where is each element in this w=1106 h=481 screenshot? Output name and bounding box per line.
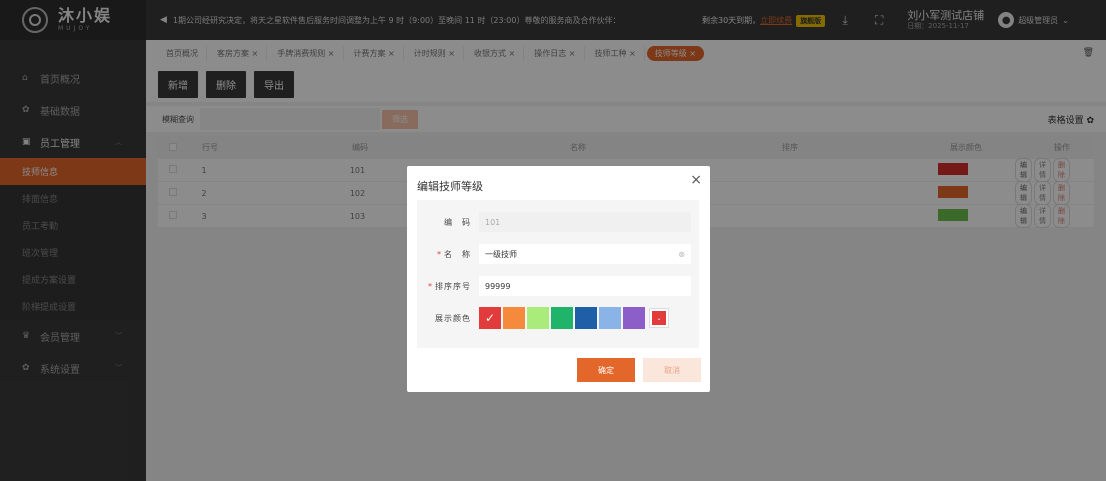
- color-option-blue[interactable]: [575, 307, 597, 329]
- order-field[interactable]: 99999: [479, 276, 691, 296]
- color-option-purple[interactable]: [623, 307, 645, 329]
- color-options: ✓ ⌄: [479, 307, 669, 329]
- color-option-lightgreen[interactable]: [527, 307, 549, 329]
- clear-icon[interactable]: ⊗: [678, 250, 685, 259]
- check-icon: ✓: [484, 311, 496, 325]
- name-label: 名 称: [444, 249, 471, 259]
- color-option-green[interactable]: [551, 307, 573, 329]
- close-icon[interactable]: ×: [690, 172, 702, 188]
- confirm-button[interactable]: 确定: [577, 358, 635, 382]
- code-label: 编 码: [444, 217, 471, 227]
- color-picker[interactable]: ⌄: [649, 308, 669, 328]
- dialog-form: 编 码 101 * 名 称 一级技师 ⊗ * 排序序号 99999 展示颜色 ✓ ⌄: [417, 200, 699, 348]
- edit-technician-level-dialog: 编辑技师等级 × 编 码 101 * 名 称 一级技师 ⊗ * 排序序号 99999 …: [407, 166, 710, 392]
- color-option-lightblue[interactable]: [599, 307, 621, 329]
- required-mark: *: [437, 249, 442, 259]
- dialog-title: 编辑技师等级: [417, 180, 483, 193]
- cancel-button[interactable]: 取消: [643, 358, 701, 382]
- color-option-red[interactable]: ✓: [479, 307, 501, 329]
- code-field: 101: [479, 212, 691, 232]
- required-mark: *: [428, 281, 433, 291]
- color-option-orange[interactable]: [503, 307, 525, 329]
- color-label: 展示颜色: [435, 313, 471, 323]
- chevron-down-icon: ⌄: [652, 311, 666, 325]
- name-field[interactable]: 一级技师 ⊗: [479, 244, 691, 264]
- order-label: 排序序号: [435, 281, 471, 291]
